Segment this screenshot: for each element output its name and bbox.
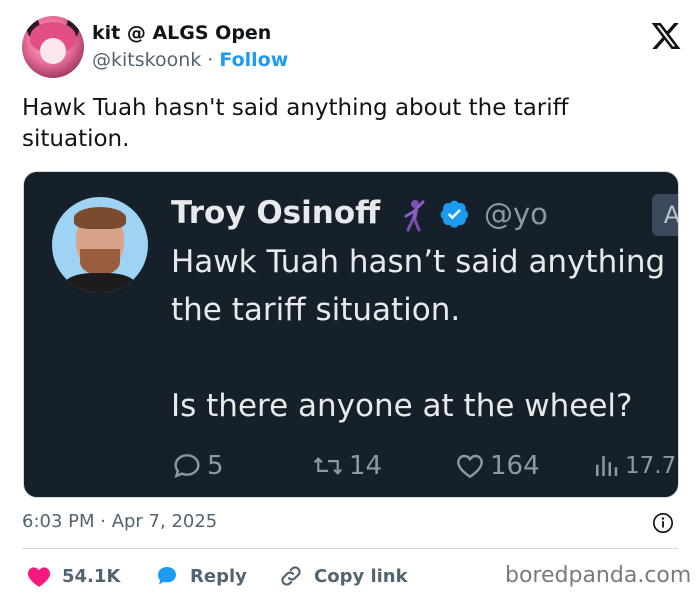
- reply-icon: [174, 454, 200, 479]
- quoted-views-count: 17.7K: [625, 453, 678, 479]
- quoted-views-stat: 17.7K: [591, 446, 678, 486]
- heart-filled-icon: [27, 567, 51, 587]
- quoted-tweet-card[interactable]: Troy Osinoff @yo A Hawk Tuah hasn’t said…: [23, 171, 679, 498]
- like-count: 54.1K: [62, 565, 121, 587]
- reply-bubble-icon: [158, 567, 176, 585]
- tweet-header: kit @ ALGS Open @kitskoonk · Follow: [22, 16, 682, 78]
- heart-icon: [457, 454, 483, 479]
- separator: ·: [207, 49, 214, 71]
- quoted-author-name: Troy Osinoff: [171, 195, 381, 231]
- quoted-reply-stat: 5: [171, 446, 224, 486]
- quoted-author-avatar: [52, 197, 148, 293]
- quoted-like-count: 164: [490, 451, 540, 481]
- quoted-retweet-count: 14: [349, 451, 383, 481]
- reply-label: Reply: [190, 565, 247, 587]
- author-handle[interactable]: @kitskoonk: [92, 49, 201, 71]
- quoted-like-stat: 164: [454, 446, 540, 486]
- info-icon[interactable]: [652, 512, 674, 534]
- retweet-icon: [313, 457, 343, 475]
- author-avatar[interactable]: [22, 16, 84, 78]
- quoted-author-handle: @yo: [484, 197, 548, 231]
- tweet-timestamp[interactable]: 6:03 PM · Apr 7, 2025: [22, 511, 217, 532]
- author-name[interactable]: kit @ ALGS Open: [92, 22, 271, 44]
- divider: [22, 548, 678, 549]
- views-icon: [596, 456, 618, 476]
- link-icon: [281, 566, 301, 586]
- author-handle-row: @kitskoonk · Follow: [92, 49, 288, 71]
- quoted-reply-count: 5: [207, 451, 224, 481]
- copy-link-label: Copy link: [314, 565, 408, 587]
- reply-button[interactable]: Reply: [154, 563, 247, 589]
- watermark: boredpanda.com: [505, 563, 692, 588]
- x-logo-icon[interactable]: [650, 20, 682, 52]
- follow-button[interactable]: Follow: [219, 49, 288, 71]
- like-button[interactable]: 54.1K: [26, 563, 120, 589]
- quoted-retweet-stat: 14: [311, 446, 382, 486]
- woman-dancing-icon: [404, 200, 425, 232]
- copy-link-button[interactable]: Copy link: [278, 563, 408, 589]
- quoted-stats-row: 5 14 164 17.7K: [171, 446, 678, 486]
- quoted-badge: A: [652, 194, 678, 236]
- verified-badge-icon: [440, 200, 469, 228]
- tweet-text: Hawk Tuah hasn't said anything about the…: [22, 95, 569, 152]
- quoted-tweet-text: Hawk Tuah hasn’t said anything the tarif…: [171, 244, 666, 424]
